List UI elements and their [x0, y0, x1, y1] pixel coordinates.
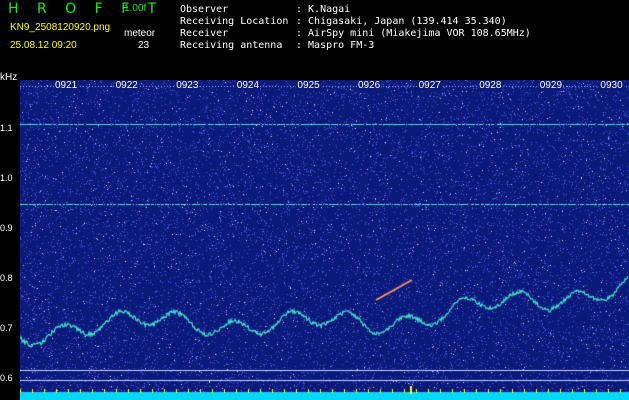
time-tick-label: 0927 — [417, 80, 442, 91]
frequency-tick-label: 0.8 — [0, 273, 13, 283]
frequency-tick-label: 0.6 — [0, 373, 13, 383]
frequency-tick-label: 0.9 — [0, 223, 13, 233]
frequency-unit-label: kHz — [0, 72, 18, 83]
time-tick-label: 0928 — [478, 80, 503, 91]
time-tick-label: 0925 — [296, 80, 321, 91]
version-label: 1.00f — [124, 3, 147, 14]
frequency-tick-label: 0.7 — [0, 323, 13, 333]
time-tick-label: 0924 — [235, 80, 261, 91]
time-tick-label: 0922 — [114, 80, 139, 91]
info-key-antenna: Receiving antenna — [180, 40, 283, 51]
hrofft-viewer: H R O F F T 1.00f KN9_2508120920.png met… — [0, 0, 629, 400]
time-tick-label: 0923 — [175, 80, 200, 91]
time-tick-label: 0926 — [357, 80, 382, 91]
meteor-label: meteor — [124, 28, 156, 39]
time-tick-label: 0930 — [599, 80, 624, 91]
info-key-location: Receiving Location — [180, 16, 289, 27]
time-tick-label: 0921 — [54, 80, 79, 91]
info-key-receiver: Receiver — [180, 28, 229, 39]
time-tick-label: 0929 — [538, 80, 564, 91]
spectrogram — [20, 80, 629, 400]
info-value-observer: : K.Nagai — [296, 4, 351, 15]
info-value-antenna: : Maspro FM-3 — [296, 40, 375, 51]
info-value-receiver: : AirSpy mini (Miakejima VOR 108.65MHz) — [296, 28, 531, 39]
frequency-tick-label: 1.1 — [0, 123, 13, 133]
timestamp: 25.08.12 09:20 — [10, 40, 77, 51]
file-name: KN9_2508120920.png — [10, 22, 111, 33]
info-key-observer: Observer — [180, 4, 229, 15]
info-value-location: : Chigasaki, Japan (139.414 35.340) — [296, 16, 507, 27]
frequency-tick-label: 1.0 — [0, 173, 13, 183]
meteor-count: 23 — [138, 40, 150, 51]
